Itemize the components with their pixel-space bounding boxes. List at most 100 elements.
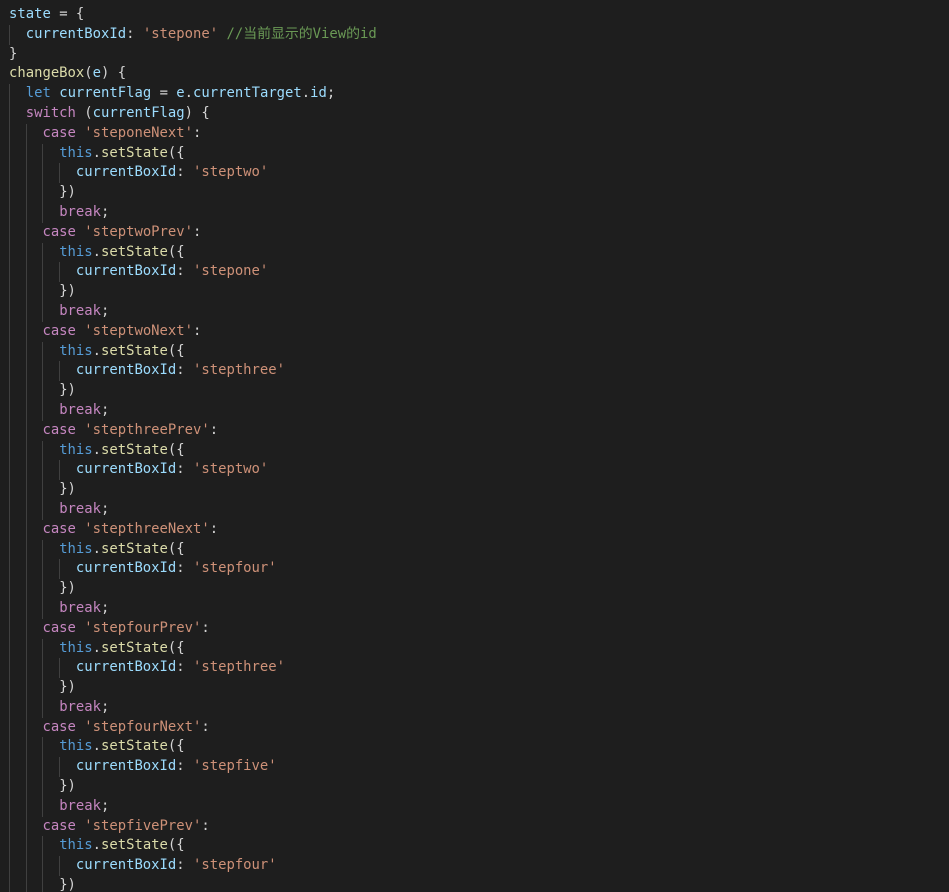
indent-guide xyxy=(25,697,27,718)
indent-guide xyxy=(9,876,10,892)
code-line[interactable]: break; xyxy=(9,301,377,322)
indent-guide xyxy=(25,420,27,441)
code-line[interactable]: case 'steptwoNext': xyxy=(9,321,377,342)
code-line[interactable]: currentBoxId: 'stepfour' xyxy=(9,856,377,877)
indent-guide xyxy=(25,381,27,401)
code-line[interactable]: this.setState({ xyxy=(9,737,377,758)
code-line[interactable]: this.setState({ xyxy=(9,440,377,461)
indent-guide xyxy=(42,836,44,857)
code-line[interactable]: }) xyxy=(9,876,377,892)
code-line[interactable]: currentBoxId: 'stepfive' xyxy=(9,757,377,778)
code-line[interactable]: case 'steponeNext': xyxy=(9,123,377,144)
keyword-token: this xyxy=(59,540,93,557)
string-token: 'steptwo' xyxy=(193,461,269,478)
code-line[interactable]: break; xyxy=(9,697,377,718)
code-line[interactable]: break; xyxy=(9,400,377,421)
punctuation-token: . xyxy=(92,342,102,359)
indent-guide xyxy=(9,222,10,243)
identifier-token: currentBoxId xyxy=(75,461,177,478)
code-line[interactable]: this.setState({ xyxy=(9,638,377,659)
code-line[interactable]: state = { xyxy=(9,5,377,25)
punctuation-token: : xyxy=(176,560,193,577)
code-line[interactable]: this.setState({ xyxy=(9,539,377,560)
code-line[interactable]: changeBox(e) { xyxy=(9,64,377,84)
punctuation-token: . xyxy=(92,540,102,557)
code-line[interactable]: case 'stepfourNext': xyxy=(9,717,377,738)
indent-guide xyxy=(9,381,10,401)
code-line[interactable]: currentBoxId: 'stepone' //当前显示的View的id xyxy=(9,24,377,45)
indent-guide xyxy=(42,678,44,698)
indent-guide xyxy=(25,341,27,362)
punctuation-token: : xyxy=(176,263,193,280)
code-line[interactable]: currentBoxId: 'stepfour' xyxy=(9,559,377,580)
indent-guide xyxy=(42,579,44,599)
code-line[interactable]: break; xyxy=(9,499,377,520)
code-line[interactable]: }) xyxy=(9,183,377,203)
code-line[interactable]: this.setState({ xyxy=(9,242,377,263)
code-line[interactable]: switch (currentFlag) { xyxy=(9,103,377,124)
code-editor[interactable]: state = { currentBoxId: 'stepone' //当前显示… xyxy=(0,0,949,892)
code-line[interactable]: }) xyxy=(9,480,377,500)
punctuation-token: = xyxy=(151,85,177,102)
indent-guide xyxy=(9,361,10,382)
code-line[interactable]: } xyxy=(9,45,377,65)
code-line[interactable]: currentBoxId: 'stepone' xyxy=(9,262,377,283)
identifier-token: id xyxy=(310,85,327,102)
identifier-token: currentFlag xyxy=(92,104,185,121)
code-line[interactable]: case 'stepthreeNext': xyxy=(9,519,377,540)
code-line[interactable]: break; xyxy=(9,796,377,817)
code-line[interactable]: this.setState({ xyxy=(9,836,377,857)
code-line[interactable]: }) xyxy=(9,282,377,302)
indent-guide xyxy=(25,836,27,857)
code-line[interactable]: }) xyxy=(9,777,377,797)
code-line[interactable]: break; xyxy=(9,598,377,619)
code-line[interactable]: let currentFlag = e.currentTarget.id; xyxy=(9,84,377,104)
code-line[interactable]: case 'stepfivePrev': xyxy=(9,816,377,837)
code-line[interactable]: currentBoxId: 'steptwo' xyxy=(9,163,377,184)
indent-guide xyxy=(42,202,44,223)
indent-guide xyxy=(25,796,27,817)
code-line[interactable]: currentBoxId: 'steptwo' xyxy=(9,460,377,481)
keyword-token: break xyxy=(59,203,102,220)
code-line[interactable]: }) xyxy=(9,381,377,401)
code-line[interactable]: currentBoxId: 'stepthree' xyxy=(9,361,377,382)
indent-guide xyxy=(9,341,10,362)
indent-guide xyxy=(42,143,44,164)
indent-guide xyxy=(42,559,44,580)
indent-guide xyxy=(25,123,27,144)
indent-guide xyxy=(25,143,27,164)
punctuation-token: ) { xyxy=(101,65,127,82)
indent-guide xyxy=(42,301,44,322)
indent-guide xyxy=(42,460,44,481)
punctuation-token: ; xyxy=(101,599,110,616)
code-line[interactable]: currentBoxId: 'stepthree' xyxy=(9,658,377,679)
indent-guide xyxy=(9,717,10,738)
indent-guide xyxy=(25,638,27,659)
code-line[interactable]: case 'stepfourPrev': xyxy=(9,618,377,639)
punctuation-token: }) xyxy=(59,778,76,795)
code-line[interactable]: }) xyxy=(9,579,377,599)
code-line[interactable]: case 'steptwoPrev': xyxy=(9,222,377,243)
code-line[interactable]: break; xyxy=(9,202,377,223)
code-line[interactable]: }) xyxy=(9,678,377,698)
indent-guide xyxy=(42,480,44,500)
punctuation-token: ({ xyxy=(167,540,185,557)
indent-guide xyxy=(9,499,10,520)
indent-guide xyxy=(9,836,10,857)
code-line[interactable]: case 'stepthreePrev': xyxy=(9,420,377,441)
indent-guide xyxy=(25,242,27,263)
indent-guide xyxy=(59,361,61,382)
code-line[interactable]: this.setState({ xyxy=(9,143,377,164)
identifier-token: currentBoxId xyxy=(75,164,177,181)
code-line[interactable]: this.setState({ xyxy=(9,341,377,362)
function-token: setState xyxy=(101,738,168,755)
keyword-token: case xyxy=(42,223,76,240)
